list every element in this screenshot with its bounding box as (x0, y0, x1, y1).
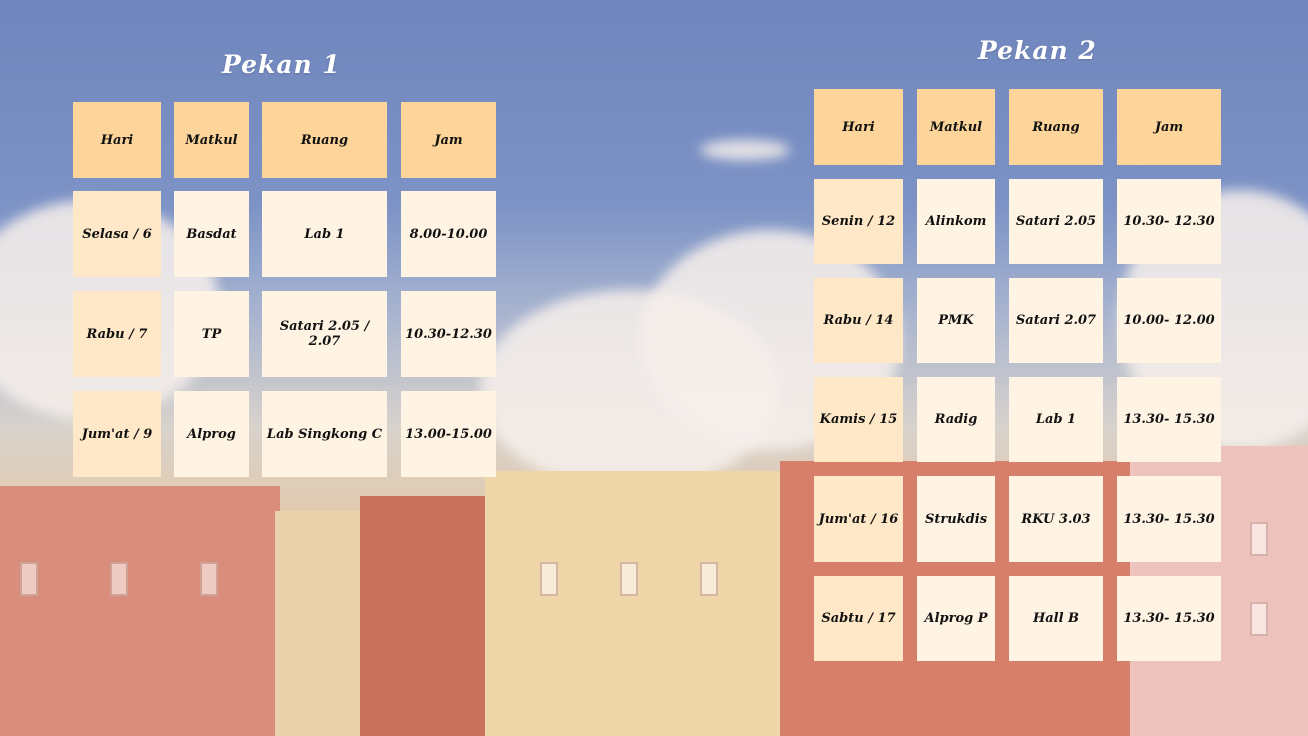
week2-row2-jam: 10.00- 12.00 (1117, 278, 1221, 363)
week2-row1-hari: Senin / 12 (814, 179, 903, 264)
window (110, 562, 128, 596)
week2-row4-jam: 13.30- 15.30 (1117, 476, 1221, 562)
week1-row1-jam: 8.00-10.00 (401, 191, 496, 277)
week1-row1-matkul: Basdat (174, 191, 249, 277)
week1-row3-jam: 13.00-15.00 (401, 391, 496, 477)
week1-row2-jam: 10.30-12.30 (401, 291, 496, 377)
week2-row3-matkul: Radig (917, 377, 995, 462)
week2-row3-ruang: Lab 1 (1009, 377, 1103, 462)
building (485, 471, 785, 736)
week2-row5-jam: 13.30- 15.30 (1117, 576, 1221, 661)
building (360, 496, 490, 736)
week1-header-hari: Hari (73, 102, 161, 178)
window (1250, 522, 1268, 556)
window (20, 562, 38, 596)
week2-row1-ruang: Satari 2.05 (1009, 179, 1103, 264)
week1-title: Pekan 1 (222, 50, 341, 79)
week2-row4-matkul: Strukdis (917, 476, 995, 562)
week2-row1-jam: 10.30- 12.30 (1117, 179, 1221, 264)
week1-row3-matkul: Alprog (174, 391, 249, 477)
week1-header-jam: Jam (401, 102, 496, 178)
week2-header-matkul: Matkul (917, 89, 995, 165)
week1-row2-matkul: TP (174, 291, 249, 377)
week1-row3-hari: Jum'at / 9 (73, 391, 161, 477)
week2-row1-matkul: Alinkom (917, 179, 995, 264)
cloud (700, 140, 790, 160)
week1-row3-ruang: Lab Singkong C (262, 391, 387, 477)
window (1250, 602, 1268, 636)
week2-row5-ruang: Hall B (1009, 576, 1103, 661)
week2-header-hari: Hari (814, 89, 903, 165)
window (620, 562, 638, 596)
week2-row4-ruang: RKU 3.03 (1009, 476, 1103, 562)
week1-row2-hari: Rabu / 7 (73, 291, 161, 377)
week1-row1-hari: Selasa / 6 (73, 191, 161, 277)
week2-header-jam: Jam (1117, 89, 1221, 165)
week1-header-matkul: Matkul (174, 102, 249, 178)
window (200, 562, 218, 596)
building (275, 511, 365, 736)
building (0, 486, 280, 736)
week2-row2-ruang: Satari 2.07 (1009, 278, 1103, 363)
week2-row5-hari: Sabtu / 17 (814, 576, 903, 661)
week2-row5-matkul: Alprog P (917, 576, 995, 661)
window (700, 562, 718, 596)
week2-row3-jam: 13.30- 15.30 (1117, 377, 1221, 462)
week1-header-ruang: Ruang (262, 102, 387, 178)
week2-row4-hari: Jum'at / 16 (814, 476, 903, 562)
week2-row3-hari: Kamis / 15 (814, 377, 903, 462)
week1-row2-ruang: Satari 2.05 / 2.07 (262, 291, 387, 377)
week2-title: Pekan 2 (978, 36, 1097, 65)
week2-row2-hari: Rabu / 14 (814, 278, 903, 363)
window (540, 562, 558, 596)
week1-row1-ruang: Lab 1 (262, 191, 387, 277)
week2-header-ruang: Ruang (1009, 89, 1103, 165)
week2-row2-matkul: PMK (917, 278, 995, 363)
